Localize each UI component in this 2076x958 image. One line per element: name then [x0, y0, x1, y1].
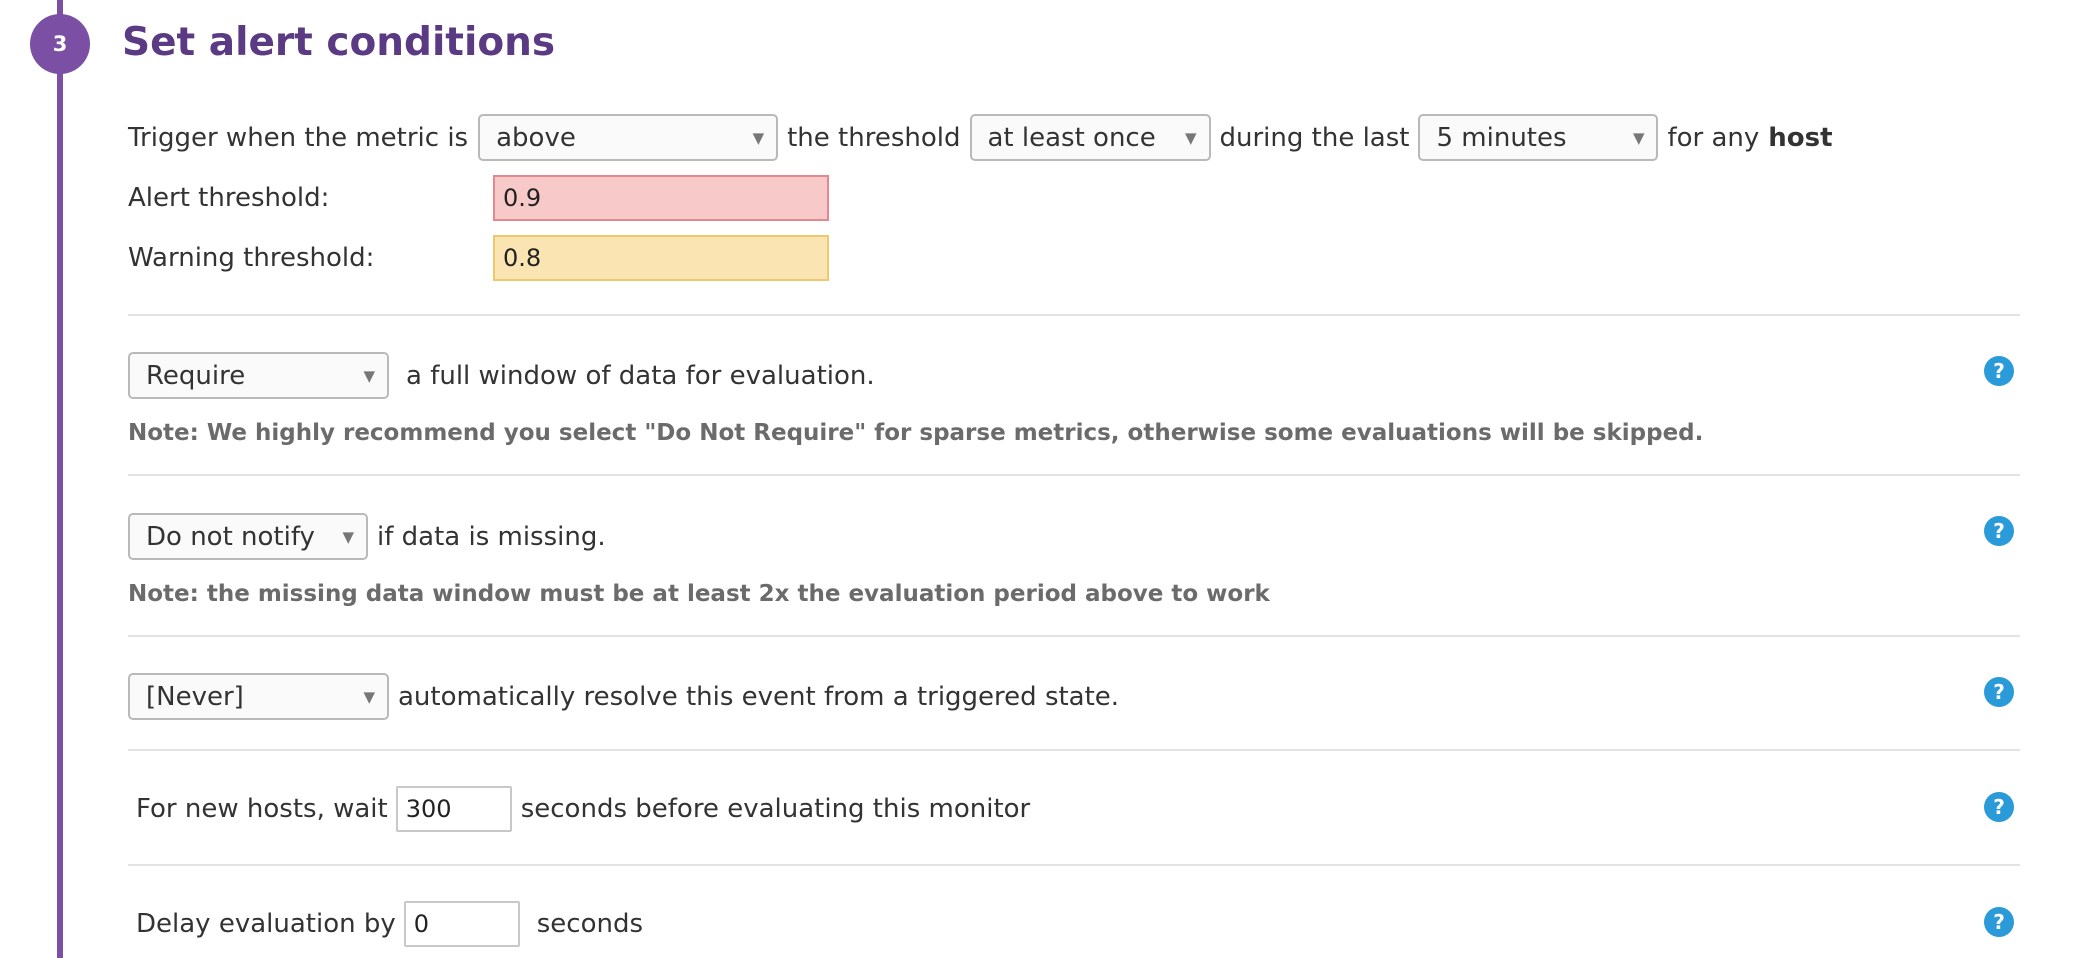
- divider: [128, 864, 2020, 866]
- delay-row: Delay evaluation by 0 seconds: [136, 901, 643, 947]
- auto-resolve-select-value: [Never]: [146, 681, 244, 712]
- divider: [128, 749, 2020, 751]
- missing-data-select-value: Do not notify: [146, 521, 315, 552]
- question-mark-icon[interactable]: ?: [1984, 907, 2014, 937]
- auto-resolve-row: [Never] ▼ automatically resolve this eve…: [128, 673, 1119, 720]
- trigger-row: Trigger when the metric is above ▼ the t…: [128, 114, 1833, 161]
- step-number-badge: 3: [30, 14, 90, 74]
- divider: [128, 314, 2020, 316]
- full-window-select-value: Require: [146, 360, 246, 391]
- auto-resolve-select[interactable]: [Never] ▼: [128, 673, 389, 720]
- frequency-select[interactable]: at least once ▼: [969, 114, 1211, 161]
- warning-threshold-label: Warning threshold:: [128, 243, 375, 273]
- trigger-scope-text: host: [1768, 122, 1833, 153]
- section-title: Set alert conditions: [122, 20, 556, 65]
- new-host-delay-value: 300: [405, 795, 452, 823]
- trigger-prefix-text: Trigger when the metric is: [128, 122, 469, 153]
- question-mark-icon[interactable]: ?: [1984, 677, 2014, 707]
- caret-down-icon: ▼: [752, 128, 765, 147]
- time-window-select-value: 5 minutes: [1436, 122, 1567, 153]
- auto-resolve-text: automatically resolve this event from a …: [398, 681, 1120, 712]
- comparison-select-value: above: [496, 122, 576, 153]
- frequency-select-value: at least once: [987, 122, 1156, 153]
- evaluation-delay-input[interactable]: 0: [403, 901, 520, 947]
- trigger-mid-text: the threshold: [787, 122, 961, 153]
- full-window-note: Note: We highly recommend you select "Do…: [128, 420, 1704, 446]
- new-host-delay-input[interactable]: 300: [395, 786, 512, 832]
- caret-down-icon: ▼: [1184, 128, 1197, 147]
- missing-data-text: if data is missing.: [377, 521, 606, 552]
- question-mark-icon[interactable]: ?: [1984, 792, 2014, 822]
- missing-data-note: Note: the missing data window must be at…: [128, 581, 1270, 607]
- trigger-during-text: during the last: [1219, 122, 1410, 153]
- delay-prefix-text: Delay evaluation by: [136, 909, 396, 939]
- new-hosts-prefix-text: For new hosts, wait: [136, 794, 388, 824]
- missing-data-select[interactable]: Do not notify ▼: [128, 513, 368, 560]
- divider: [128, 474, 2020, 476]
- warning-threshold-input[interactable]: 0.8: [493, 235, 829, 281]
- caret-down-icon: ▼: [342, 527, 354, 546]
- new-hosts-row: For new hosts, wait 300 seconds before e…: [136, 786, 1030, 832]
- caret-down-icon: ▼: [363, 687, 375, 706]
- full-window-text: a full window of data for evaluation.: [406, 360, 875, 391]
- time-window-select[interactable]: 5 minutes ▼: [1418, 114, 1659, 161]
- full-window-row: Require ▼ a full window of data for eval…: [128, 352, 875, 399]
- evaluation-delay-value: 0: [413, 910, 430, 938]
- divider: [128, 635, 2020, 637]
- question-mark-icon[interactable]: ?: [1984, 516, 2014, 546]
- missing-data-row: Do not notify ▼ if data is missing.: [128, 513, 606, 560]
- delay-suffix-text: seconds: [536, 909, 644, 939]
- caret-down-icon: ▼: [363, 366, 375, 385]
- comparison-select[interactable]: above ▼: [478, 114, 779, 161]
- question-mark-icon[interactable]: ?: [1984, 356, 2014, 386]
- trigger-suffix-text: for any: [1667, 122, 1760, 153]
- alert-threshold-label: Alert threshold:: [128, 183, 330, 213]
- new-hosts-suffix-text: seconds before evaluating this monitor: [520, 794, 1031, 824]
- warning-threshold-value: 0.8: [503, 244, 542, 272]
- alert-threshold-input[interactable]: 0.9: [493, 175, 829, 221]
- caret-down-icon: ▼: [1632, 128, 1645, 147]
- full-window-select[interactable]: Require ▼: [128, 352, 389, 399]
- alert-threshold-value: 0.9: [503, 184, 542, 212]
- step-timeline-line: [57, 0, 63, 958]
